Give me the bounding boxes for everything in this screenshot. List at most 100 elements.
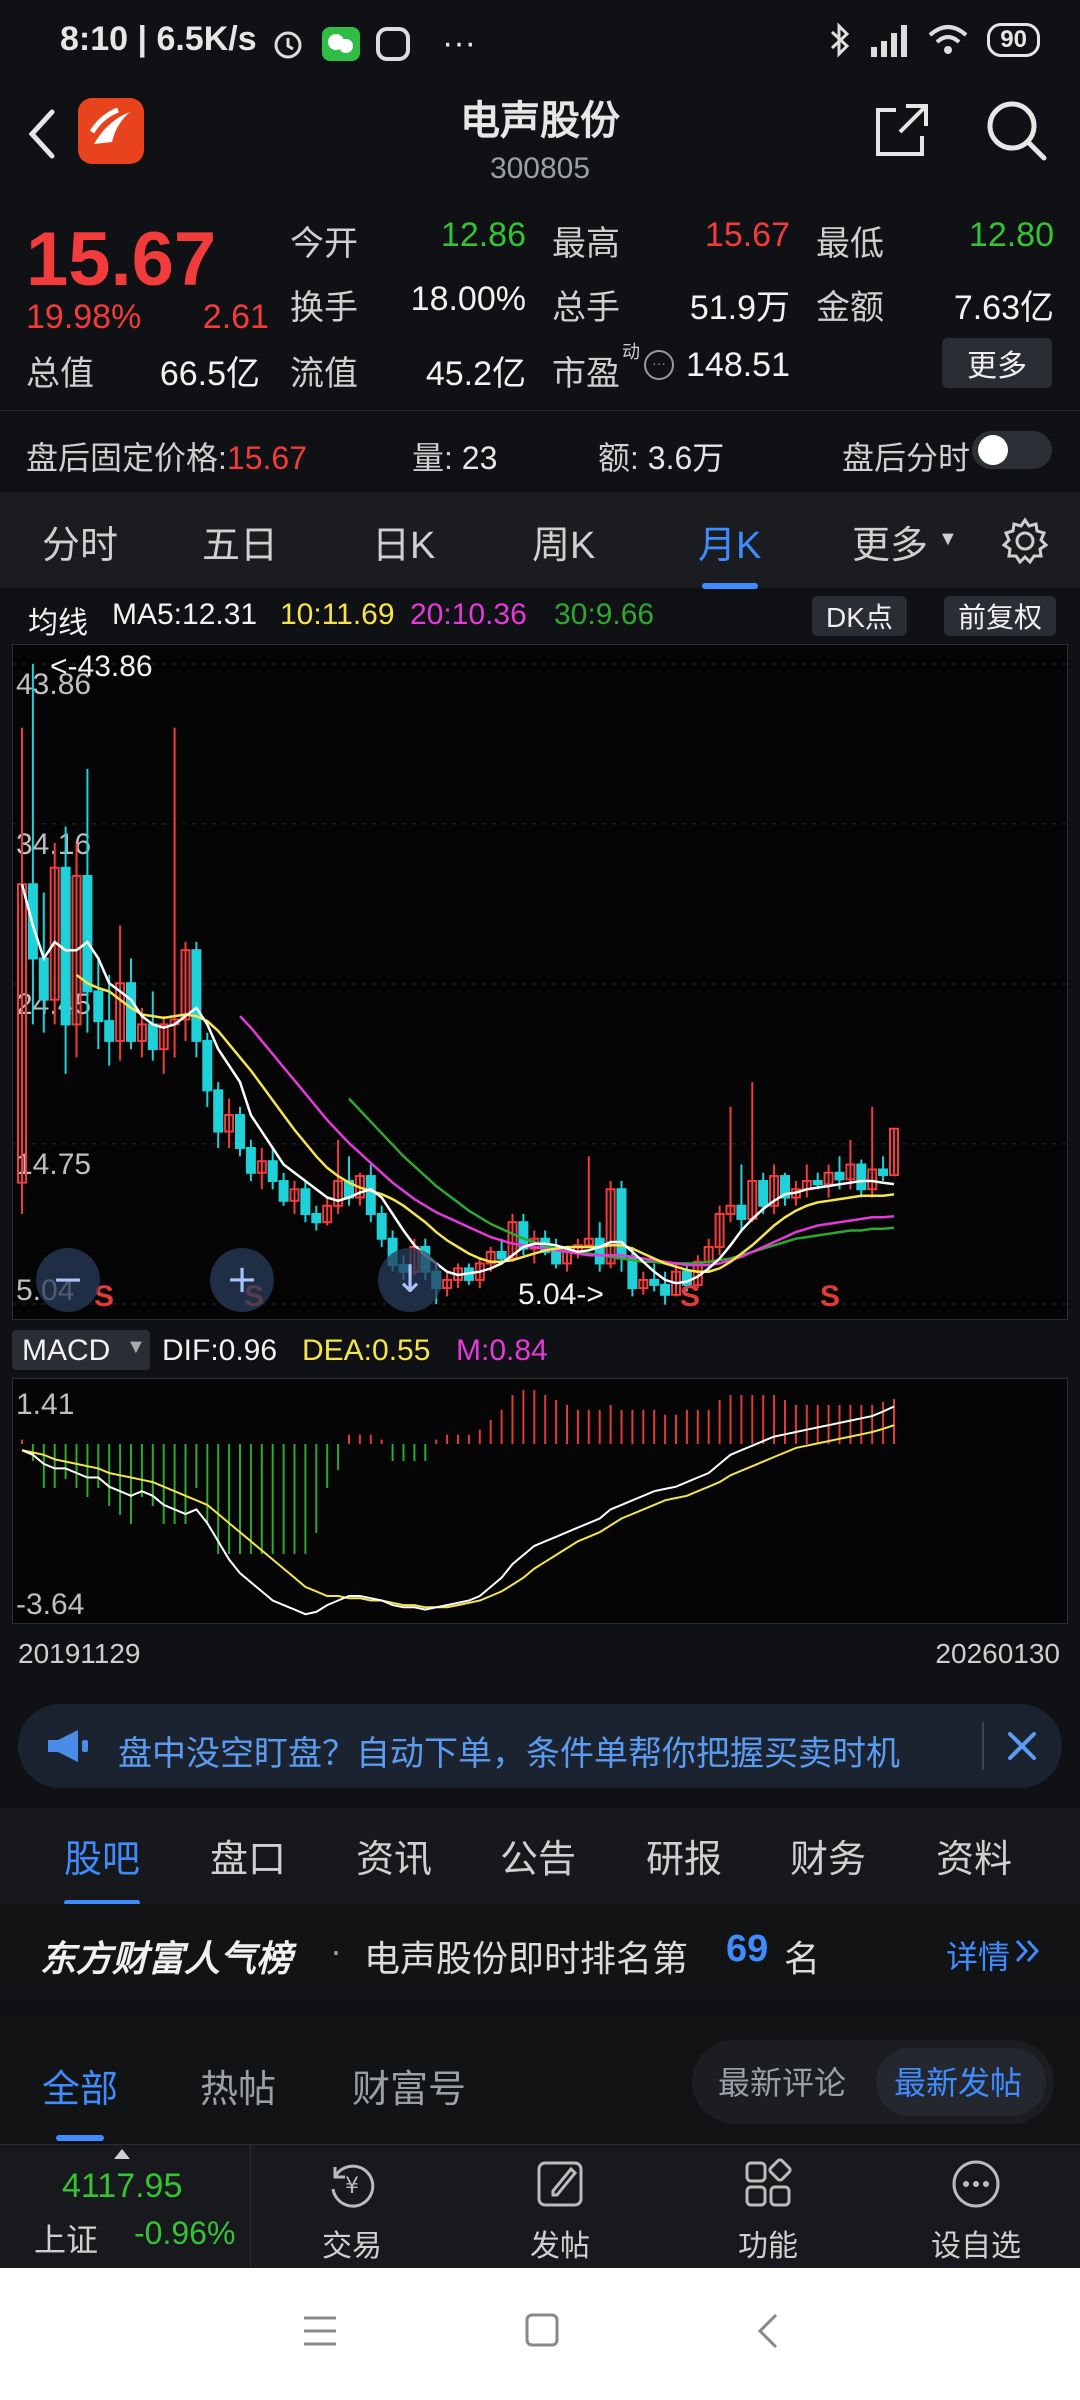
candle-body xyxy=(311,1212,322,1224)
system-nav-bar xyxy=(0,2268,1080,2400)
start-date: 20191129 xyxy=(18,1638,141,1669)
feed-filter-tab[interactable]: 财富号 xyxy=(352,2058,466,2113)
rank-detail-link[interactable]: 详情 xyxy=(946,1932,1010,1978)
battery-indicator: 90 xyxy=(987,23,1040,57)
content-tab[interactable]: 公告 xyxy=(500,1828,576,1883)
zoom-in-icon[interactable]: + xyxy=(210,1248,274,1312)
period-tab[interactable]: 更多 xyxy=(852,514,928,569)
period-tab[interactable]: 日K xyxy=(372,514,435,569)
share-icon[interactable] xyxy=(872,102,930,160)
quote-field-value: 12.80 xyxy=(968,216,1054,254)
quote-field-label: 总值 xyxy=(26,355,94,393)
candle-body xyxy=(758,1180,769,1207)
candle-body xyxy=(126,982,136,1042)
zoom-out-icon[interactable]: − xyxy=(36,1248,100,1312)
candle-body xyxy=(551,1250,562,1265)
quote-field-value: 7.63亿 xyxy=(953,289,1054,327)
macd-y-tick: -3.64 xyxy=(16,1588,84,1621)
candle-body xyxy=(245,1147,256,1174)
period-tab[interactable]: 五日 xyxy=(202,514,278,569)
app-icon xyxy=(376,26,410,61)
quote-more-button[interactable]: 更多 xyxy=(942,338,1052,388)
back-icon[interactable] xyxy=(756,2312,780,2350)
nav-functions[interactable]: 功能 xyxy=(698,2155,838,2265)
nav-add-watchlist[interactable]: 设自选 xyxy=(906,2155,1046,2265)
pe-superscript: 动 xyxy=(622,342,640,362)
quote-field-value: 12.86 xyxy=(440,216,526,254)
m-value: M:0.84 xyxy=(456,1334,548,1367)
sort-latest-post[interactable]: 最新发帖 xyxy=(894,2058,1022,2104)
change-row: 19.98% 2.61 xyxy=(26,298,269,337)
close-icon[interactable] xyxy=(1004,1728,1040,1764)
feed-filter-tab[interactable]: 热帖 xyxy=(200,2058,276,2113)
quote-field-label: 流值 xyxy=(290,355,358,393)
macd-chart[interactable]: 1.41 -3.64 xyxy=(12,1378,1068,1624)
indicator-select[interactable]: MACD ▼ xyxy=(12,1330,150,1370)
k-line-chart[interactable]: 43.8634.1624.4514.755.04<-43.865.04->SSS… xyxy=(12,644,1068,1320)
content-tab[interactable]: 研报 xyxy=(646,1828,722,1883)
content-tab[interactable]: 资料 xyxy=(936,1828,1012,1883)
index-ticker[interactable]: 4117.95 上证 -0.96% xyxy=(0,2145,251,2269)
period-tab[interactable]: 分时 xyxy=(42,514,118,569)
min-price-annotation: 5.04-> xyxy=(518,1278,604,1311)
feed-filter-row: 全部 热帖 财富号 最新评论 最新发帖 xyxy=(0,2020,1080,2141)
nav-post[interactable]: 发帖 xyxy=(490,2155,630,2265)
back-chevron-icon[interactable] xyxy=(22,104,62,164)
bottom-nav: 4117.95 上证 -0.96% ¥ 交易 发帖 功能 设自选 xyxy=(0,2144,1080,2269)
search-icon[interactable] xyxy=(984,98,1048,162)
more-dots-icon: ··· xyxy=(442,24,476,62)
double-chevron-right-icon xyxy=(1015,1939,1040,1963)
y-tick-label: 14.75 xyxy=(16,1148,91,1181)
quote-field-label: 总手 xyxy=(552,289,620,327)
after-hours-row: 盘后固定价格:15.67 量: 23 额: 3.6万 盘后分时 xyxy=(0,410,1080,487)
change-amount: 2.61 xyxy=(202,298,269,336)
candle-body xyxy=(104,1020,115,1042)
promo-banner[interactable]: 盘中没空盯盘？自动下单，条件单帮你把握买卖时机 xyxy=(18,1704,1062,1788)
change-percent: 19.98% xyxy=(26,298,142,336)
status-time: 8:10 | 6.5K/s xyxy=(60,20,257,58)
candle-body xyxy=(93,990,104,1023)
menu-icon[interactable] xyxy=(302,2314,338,2348)
candle-body xyxy=(60,866,71,1026)
content-tab[interactable]: 盘口 xyxy=(210,1828,286,1883)
quote-field-value: 66.5亿 xyxy=(159,355,260,393)
content-tab[interactable]: 股吧 xyxy=(64,1828,141,1905)
settings-gear-icon[interactable] xyxy=(1000,516,1050,566)
candle-body xyxy=(736,1204,747,1220)
rank-text: 电声股份即时排名第 xyxy=(364,1938,689,1979)
candle-body xyxy=(202,1039,213,1092)
dea-value: DEA:0.55 xyxy=(302,1334,431,1367)
pan-icon[interactable]: ↓ xyxy=(378,1248,442,1312)
content-tabs: 股吧 盘口 资讯 公告 研报 财务 资料 xyxy=(0,1808,1080,1905)
candle-body xyxy=(213,1089,224,1133)
candle-body xyxy=(278,1180,289,1202)
macd-legend: MACD ▼ DIF:0.96 DEA:0.55 M:0.84 xyxy=(12,1328,1068,1372)
candle-body xyxy=(627,1257,638,1290)
macd-frame xyxy=(12,1378,1068,1624)
index-change: -0.96% xyxy=(134,2215,236,2251)
after-hours-price: 盘后固定价格:15.67 xyxy=(26,440,307,476)
home-icon[interactable] xyxy=(524,2312,560,2348)
quote-field-value: 18.00% xyxy=(410,280,526,318)
chart-frame xyxy=(12,644,1068,1320)
candle-body xyxy=(82,875,93,993)
banner-text: 盘中没空盯盘？自动下单，条件单帮你把握买卖时机 xyxy=(118,1735,900,1773)
svg-text:↓: ↓ xyxy=(394,1257,426,1301)
popularity-rank-row[interactable]: 东方财富人气榜 · 电声股份即时排名第 69 名 详情 xyxy=(0,1904,1080,1994)
sort-latest-comment[interactable]: 最新评论 xyxy=(718,2058,846,2104)
after-hours-toggle[interactable] xyxy=(972,431,1052,469)
adjust-button[interactable]: 前复权 xyxy=(944,596,1057,636)
stock-header: 电声股份 300805 xyxy=(0,84,1080,192)
content-tab[interactable]: 财务 xyxy=(790,1828,866,1883)
dk-point-button[interactable]: DK点 xyxy=(812,596,907,636)
content-tab[interactable]: 资讯 xyxy=(356,1828,432,1883)
candle-body xyxy=(376,1212,387,1240)
nav-trade[interactable]: ¥ 交易 xyxy=(282,2155,422,2265)
feed-filter-tab[interactable]: 全部 xyxy=(42,2058,118,2141)
period-tab[interactable]: 月K xyxy=(698,514,761,569)
candle-body xyxy=(660,1283,671,1296)
period-tab[interactable]: 周K xyxy=(532,514,595,569)
ma-title: 均线 xyxy=(28,607,88,640)
pe-info-icon[interactable]: ··· xyxy=(644,350,674,380)
rank-number: 69 xyxy=(726,1928,769,1970)
